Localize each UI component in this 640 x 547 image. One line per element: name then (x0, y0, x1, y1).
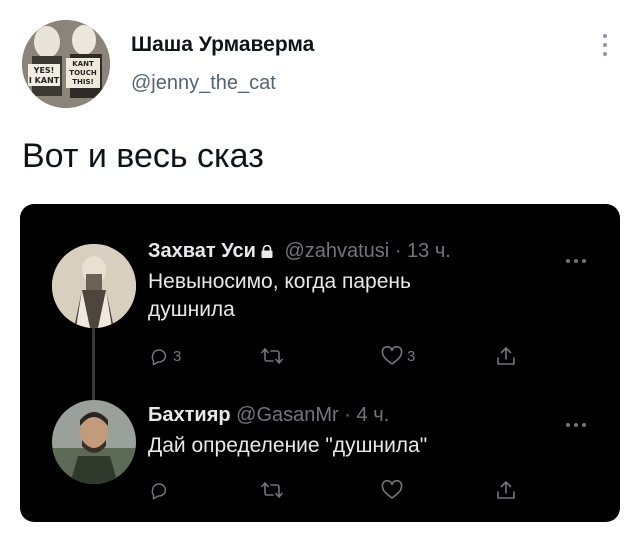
avatar-text-2: I KANT (29, 76, 60, 85)
reply-2-name[interactable]: Бахтияр (148, 404, 231, 426)
reply-1-header: Захват Уси @zahvatusi · 13 ч. (148, 240, 451, 263)
reply-1-like-count: 3 (407, 347, 416, 365)
reply-1-share-button[interactable] (495, 344, 517, 368)
author-handle[interactable]: @jenny_the_cat (131, 72, 276, 95)
avatar-text-5: THIS! (72, 78, 93, 86)
reply-1-reply-button[interactable]: 3 (148, 344, 181, 368)
heart-icon (381, 479, 403, 499)
more-options-icon[interactable] (600, 34, 610, 60)
reply-1-retweet-button[interactable] (260, 344, 284, 368)
thread-connector-line (92, 322, 95, 406)
heart-icon (381, 345, 403, 365)
embedded-avatar-2[interactable] (52, 400, 136, 484)
avatar-text-3: KANT (72, 60, 94, 68)
reply-2-share-button[interactable] (495, 478, 517, 502)
avatar-image: YES! I KANT KANT TOUCH THIS! (22, 20, 110, 108)
author-name[interactable]: Шаша Урмаверма (131, 33, 314, 57)
reply-1-text-line-1: Невыносимо, когда парень (148, 270, 411, 293)
reply-icon (151, 349, 167, 366)
reply-2-more-icon[interactable] (566, 414, 592, 427)
reply-1-name[interactable]: Захват Уси (148, 240, 256, 262)
embedded-screenshot: Захват Уси @zahvatusi · 13 ч. Невыносимо… (20, 204, 620, 522)
reply-1-text-line-2: душнила (148, 298, 235, 321)
avatar-image (52, 400, 136, 484)
reply-1-like-button[interactable]: 3 (380, 344, 415, 368)
reply-1-handle[interactable]: @zahvatusi (284, 240, 389, 262)
retweet-icon (261, 482, 283, 498)
tweet-text: Вот и весь сказ (22, 137, 264, 175)
reply-1-text: Невыносимо, когда парень душнила (148, 268, 411, 324)
reply-2-retweet-button[interactable] (260, 478, 284, 502)
reply-2-like-button[interactable] (380, 478, 404, 502)
reply-icon (151, 483, 167, 500)
reply-1-more-icon[interactable] (566, 250, 592, 263)
reply-2-reply-button[interactable] (148, 478, 170, 502)
reply-2-time[interactable]: · 4 ч. (344, 404, 389, 426)
lock-icon (260, 245, 274, 258)
retweet-icon (261, 348, 283, 364)
author-avatar[interactable]: YES! I KANT KANT TOUCH THIS! (22, 20, 110, 108)
embedded-avatar-1[interactable] (52, 244, 136, 328)
avatar-image (52, 244, 136, 328)
reply-2-text: Дай определение "душнила" (148, 432, 427, 460)
share-icon (497, 481, 515, 499)
reply-2-handle[interactable]: @GasanMr (236, 404, 339, 426)
reply-2-header: Бахтияр @GasanMr · 4 ч. (148, 404, 389, 427)
reply-1-reply-count: 3 (173, 347, 182, 365)
avatar-text-1: YES! (33, 66, 55, 75)
share-icon (497, 347, 515, 365)
reply-2-text-line-1: Дай определение "душнила" (148, 434, 428, 457)
avatar-text-4: TOUCH (69, 69, 97, 77)
reply-1-time[interactable]: · 13 ч. (395, 240, 451, 262)
